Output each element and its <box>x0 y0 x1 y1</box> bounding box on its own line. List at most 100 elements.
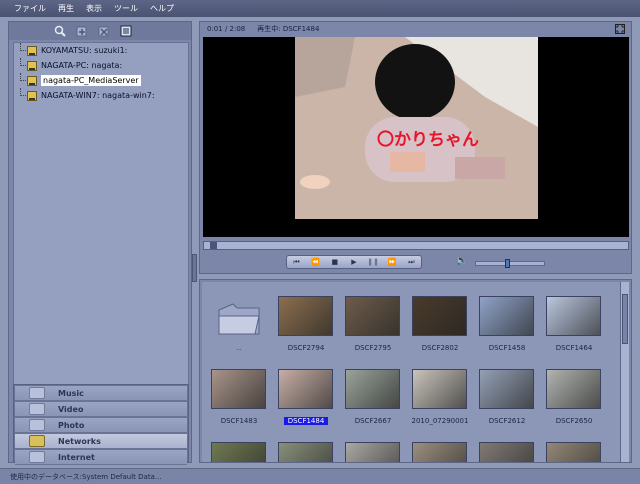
thumbnail-image <box>412 296 467 336</box>
volume-thumb[interactable] <box>504 259 510 268</box>
thumbnail-item[interactable] <box>206 428 272 462</box>
folder-icon <box>211 296 266 336</box>
server-tree: KOYAMATSU: suzuki1: NAGATA-PC: nagata: nag… <box>13 42 189 392</box>
left-pane: KOYAMATSU: suzuki1: NAGATA-PC: nagata: nag… <box>8 21 192 465</box>
category-label: Internet <box>58 452 95 462</box>
thumbnail-image <box>211 442 266 462</box>
scrollbar-thumb[interactable] <box>622 294 628 344</box>
thumbnail-image <box>278 369 333 409</box>
tree-item-label: NAGATA-PC: nagata: <box>41 61 123 70</box>
thumbnail-image <box>546 369 601 409</box>
server-icon <box>27 90 37 101</box>
thumbnail-item[interactable]: DSCF2795 <box>340 282 406 354</box>
thumbnail-image <box>546 296 601 336</box>
thumbnail-item[interactable]: DSCF1458 <box>474 282 540 354</box>
skip-forward-icon[interactable]: ⏭ <box>405 257 417 267</box>
thumbnail-caption: DSCF1483 <box>220 417 258 425</box>
menu-item-4[interactable]: ヘルプ <box>146 3 182 14</box>
menu-item-0[interactable]: ファイル <box>10 3 54 14</box>
video-icon <box>29 403 45 415</box>
tree-item-0[interactable]: KOYAMATSU: suzuki1: <box>14 43 188 58</box>
thumbnail-image <box>412 369 467 409</box>
video-screen[interactable]: 〇かりちゃん <box>203 37 629 237</box>
menu-item-3[interactable]: ツール <box>110 3 146 14</box>
stop-icon[interactable]: ■ <box>329 257 341 267</box>
thumbnail-item[interactable] <box>407 428 473 462</box>
pause-icon[interactable]: ❚❚ <box>367 257 379 267</box>
category-internet[interactable]: Internet <box>15 450 187 465</box>
tree-toolbar <box>9 22 191 40</box>
music-icon <box>29 387 45 399</box>
category-photo[interactable]: Photo <box>15 418 187 433</box>
menu-item-2[interactable]: 表示 <box>82 3 110 14</box>
skip-back-icon[interactable]: ⏮ <box>291 257 303 267</box>
parent-folder-item[interactable]: .. <box>206 282 272 354</box>
thumbnail-caption: DSCF2802 <box>421 344 459 352</box>
fullscreen-icon[interactable] <box>615 24 625 34</box>
rewind-icon[interactable]: ⏪ <box>310 257 322 267</box>
thumbnail-item[interactable]: DSCF1483 <box>206 355 272 427</box>
thumbnail-item[interactable] <box>273 428 339 462</box>
thumbnail-caption: DSCF2612 <box>488 417 526 425</box>
category-label: Music <box>58 388 84 398</box>
thumbnail-item[interactable]: DSCF1464 <box>541 282 607 354</box>
photo-icon <box>29 419 45 431</box>
thumbnail-caption: DSCF2650 <box>555 417 593 425</box>
seek-bar[interactable] <box>203 241 629 250</box>
thumbnail-item[interactable]: DSCF2802 <box>407 282 473 354</box>
category-music[interactable]: Music <box>15 386 187 401</box>
thumbnail-item[interactable]: DSCF2667 <box>340 355 406 427</box>
thumbnail-image <box>345 369 400 409</box>
category-networks[interactable]: Networks <box>15 434 187 449</box>
tree-item-label: nagata-PC_MediaServer <box>41 75 141 86</box>
volume-slider[interactable] <box>475 259 545 268</box>
thumbnail-scrollbar[interactable] <box>620 282 629 462</box>
menu-bar: ファイル 再生 表示 ツール ヘルプ <box>0 0 640 17</box>
search-icon[interactable] <box>53 24 67 38</box>
thumbnail-image <box>345 296 400 336</box>
thumbnail-item[interactable]: DSCF1484 <box>273 355 339 427</box>
thumbnail-panel: .. DSCF2794 DSCF2795 DSCF2802 DSCF1458 DSCF14… <box>199 279 632 463</box>
thumbnail-image <box>278 296 333 336</box>
seek-thumb[interactable] <box>210 242 218 249</box>
video-header: 0:01 / 2:08 再生中: DSCF1484 <box>202 22 629 36</box>
add-icon[interactable] <box>75 24 89 38</box>
thumbnail-item[interactable] <box>340 428 406 462</box>
tree-item-2[interactable]: nagata-PC_MediaServer <box>14 73 188 88</box>
splitter-grip[interactable] <box>192 254 197 282</box>
speaker-icon[interactable]: 🔈 <box>456 256 468 268</box>
tree-item-1[interactable]: NAGATA-PC: nagata: <box>14 58 188 73</box>
tree-item-label: NAGATA-WIN7: nagata-win7: <box>41 91 155 100</box>
category-label: Photo <box>58 420 85 430</box>
delete-icon[interactable] <box>97 24 111 38</box>
pane-splitter[interactable] <box>192 21 197 463</box>
thumbnail-caption: DSCF2795 <box>354 344 392 352</box>
thumbnail-item[interactable]: DSCF2794 <box>273 282 339 354</box>
tree-item-3[interactable]: NAGATA-WIN7: nagata-win7: <box>14 88 188 103</box>
video-frame: 〇かりちゃん <box>295 37 538 219</box>
fast-forward-icon[interactable]: ⏩ <box>386 257 398 267</box>
category-label: Networks <box>58 436 101 446</box>
now-playing: 再生中: DSCF1484 <box>257 25 320 33</box>
play-icon[interactable]: ▶ <box>348 257 360 267</box>
thumbnail-caption: DSCF1464 <box>555 344 593 352</box>
server-icon <box>27 45 37 56</box>
networks-icon <box>29 435 45 447</box>
category-list: Music Video Photo Networks Internet <box>13 384 189 465</box>
thumbnail-item[interactable]: DSCF2650 <box>541 355 607 427</box>
properties-icon[interactable] <box>119 24 133 38</box>
thumbnail-item[interactable] <box>474 428 540 462</box>
thumbnail-item[interactable] <box>541 428 607 462</box>
category-label: Video <box>58 404 84 414</box>
thumbnail-caption: DSCF2667 <box>354 417 392 425</box>
thumbnail-caption: 2010_07290001 <box>411 417 469 425</box>
thumbnail-item[interactable]: DSCF2612 <box>474 355 540 427</box>
video-panel: 0:01 / 2:08 再生中: DSCF1484 〇かりちゃん ⏮ ⏪ ■ ▶ <box>199 21 632 274</box>
thumbnail-caption: .. <box>236 344 242 352</box>
category-video[interactable]: Video <box>15 402 187 417</box>
time-display: 0:01 / 2:08 <box>207 25 246 33</box>
thumbnail-image <box>479 442 534 462</box>
thumbnail-image <box>546 442 601 462</box>
thumbnail-item[interactable]: 2010_07290001 <box>407 355 473 427</box>
menu-item-1[interactable]: 再生 <box>54 3 82 14</box>
